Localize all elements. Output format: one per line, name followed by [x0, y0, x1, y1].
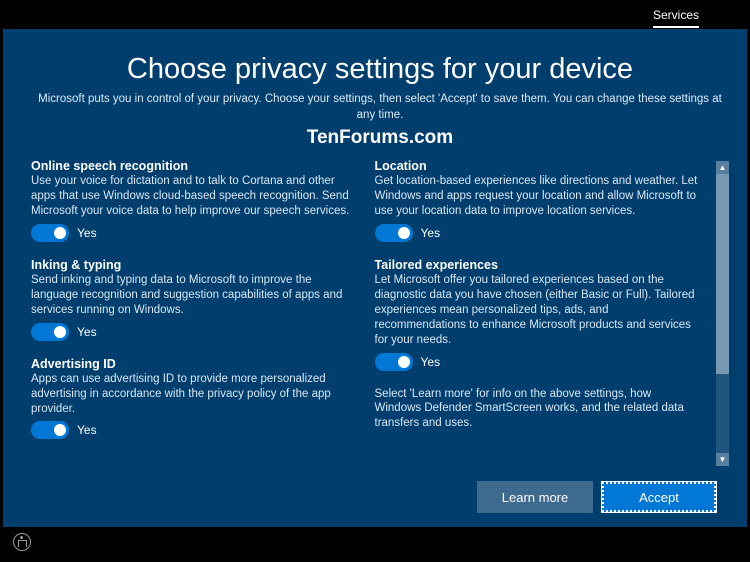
toggle-label: Yes: [421, 226, 441, 240]
setting-desc: Let Microsoft offer you tailored experie…: [375, 273, 699, 348]
toggle-label: Yes: [77, 325, 97, 339]
toggle-label: Yes: [77, 423, 97, 437]
toggle-advertising[interactable]: [31, 421, 69, 439]
learn-more-button[interactable]: Learn more: [477, 481, 593, 513]
settings-left-column: Online speech recognition Use your voice…: [31, 159, 355, 466]
toggle-tailored[interactable]: [375, 353, 413, 371]
watermark-text: TenForums.com: [31, 127, 729, 149]
setting-title: Tailored experiences: [375, 258, 699, 272]
scroll-thumb[interactable]: [716, 174, 729, 374]
page-subtitle: Microsoft puts you in control of your pr…: [31, 92, 729, 123]
setting-title: Location: [375, 159, 699, 173]
bottom-bar: [3, 527, 747, 557]
toggle-label: Yes: [77, 226, 97, 240]
button-row: Learn more Accept: [477, 481, 717, 513]
setting-desc: Send inking and typing data to Microsoft…: [31, 273, 355, 318]
setting-speech: Online speech recognition Use your voice…: [31, 159, 355, 242]
setting-advertising: Advertising ID Apps can use advertising …: [31, 357, 355, 440]
learn-more-info: Select 'Learn more' for info on the abov…: [375, 387, 699, 432]
scrollbar[interactable]: ▲ ▼: [716, 161, 729, 466]
header-bar: Services: [3, 3, 747, 29]
scroll-up-icon[interactable]: ▲: [716, 161, 729, 174]
accept-button[interactable]: Accept: [601, 481, 717, 513]
setting-title: Inking & typing: [31, 258, 355, 272]
setting-desc: Get location-based experiences like dire…: [375, 174, 699, 219]
setting-title: Advertising ID: [31, 357, 355, 371]
page-title: Choose privacy settings for your device: [31, 53, 729, 86]
setting-location: Location Get location-based experiences …: [375, 159, 699, 242]
settings-right-column: Location Get location-based experiences …: [375, 159, 699, 466]
setting-title: Online speech recognition: [31, 159, 355, 173]
toggle-speech[interactable]: [31, 224, 69, 242]
tab-services[interactable]: Services: [653, 4, 699, 28]
setting-inking: Inking & typing Send inking and typing d…: [31, 258, 355, 341]
privacy-settings-panel: Choose privacy settings for your device …: [3, 29, 747, 527]
setting-desc: Use your voice for dictation and to talk…: [31, 174, 355, 219]
toggle-label: Yes: [421, 355, 441, 369]
toggle-inking[interactable]: [31, 323, 69, 341]
toggle-location[interactable]: [375, 224, 413, 242]
scroll-down-icon[interactable]: ▼: [716, 453, 729, 466]
setting-desc: Apps can use advertising ID to provide m…: [31, 372, 355, 417]
setting-tailored: Tailored experiences Let Microsoft offer…: [375, 258, 699, 371]
accessibility-icon[interactable]: [13, 533, 31, 551]
